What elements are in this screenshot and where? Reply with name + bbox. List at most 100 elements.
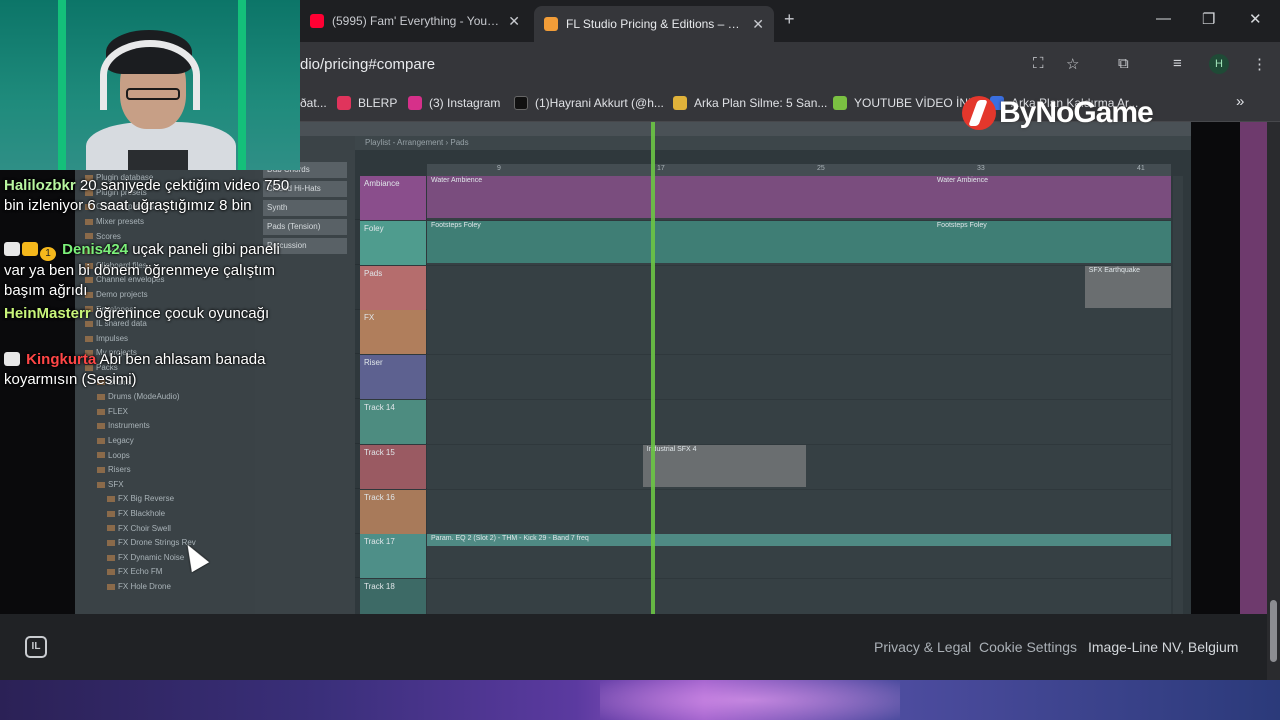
browser-item-label: SFX — [108, 479, 124, 489]
browser-item-label: FX Big Reverse — [118, 494, 175, 504]
page-scrollbar[interactable] — [1267, 122, 1280, 680]
track-header[interactable]: Foley — [360, 220, 426, 265]
browser-item[interactable]: Impulses — [75, 334, 255, 348]
browser-item[interactable]: FX Dynamic Noise — [75, 553, 255, 567]
track-header[interactable]: Track 15 — [360, 444, 426, 489]
tab-fl-studio-pricing[interactable]: FL Studio Pricing & Editions – Fron ✕ — [534, 6, 774, 42]
address-bar[interactable]: dio/pricing#compare — [300, 50, 1100, 80]
track-lane[interactable]: Industrial SFX 4 — [427, 444, 1171, 489]
menu-icon[interactable]: ⋮ — [1252, 55, 1267, 73]
image-line-logo-icon[interactable]: IL — [25, 636, 47, 658]
folder-icon — [97, 467, 105, 474]
browser-item[interactable]: FX Drone Strings Rev — [75, 538, 255, 552]
page-accent — [1240, 122, 1267, 614]
track-lane[interactable] — [427, 355, 1171, 400]
bookmark-item[interactable]: ðat... — [300, 96, 327, 110]
browser-item[interactable]: Risers — [75, 465, 255, 479]
fl-studio-favicon-icon — [544, 17, 558, 31]
folder-icon — [97, 408, 105, 415]
channel-button[interactable]: Pads (Tension) — [263, 219, 347, 235]
minimize-icon[interactable]: — — [1156, 10, 1171, 27]
playlist-scrollbar[interactable] — [1173, 176, 1183, 614]
download-icon — [833, 96, 847, 110]
track-lane[interactable] — [427, 400, 1171, 444]
audio-clip[interactable]: Footsteps Foley — [427, 220, 933, 263]
broadcaster-badge-icon — [4, 242, 20, 256]
track-lane[interactable] — [427, 489, 1171, 534]
site-footer: IL Privacy & Legal Cookie Settings Image… — [0, 614, 1267, 680]
browser-item[interactable]: Instruments — [75, 421, 255, 435]
bookmark-item[interactable]: (1)Hayrani Akkurt (@h... — [514, 96, 664, 110]
bookmark-item[interactable]: (3) Instagram — [408, 96, 500, 110]
instagram-icon — [408, 96, 422, 110]
browser-item[interactable]: Loops — [75, 451, 255, 465]
new-tab-icon[interactable]: + — [784, 9, 795, 30]
privacy-legal-link[interactable]: Privacy & Legal — [874, 639, 971, 655]
company-name: Image-Line NV, Belgium — [1088, 639, 1239, 655]
track-header[interactable]: Track 14 — [360, 400, 426, 444]
chat-message: 1 Denis424 uçak paneli gibi paneli var y… — [4, 240, 304, 300]
extensions-icon[interactable]: ⧉ — [1118, 55, 1129, 72]
bookmark-item[interactable]: Arka Plan Silme: 5 San... — [673, 96, 827, 110]
track-header[interactable]: Pads — [360, 265, 426, 310]
browser-item[interactable]: FX Choir Swell — [75, 524, 255, 538]
browser-item[interactable]: FX Hole Drone — [75, 582, 255, 596]
track-lane[interactable] — [427, 310, 1171, 355]
ruler-tick-label: 41 — [1137, 165, 1145, 172]
track-header[interactable]: Track 18 — [360, 579, 426, 614]
browser-item-label: Loops — [108, 450, 130, 460]
browser-item[interactable]: FX Big Reverse — [75, 494, 255, 508]
playlist-track: Track 16 — [355, 489, 1171, 534]
track-header[interactable]: Track 16 — [360, 489, 426, 534]
playlist-track: Track 17 Param. EQ 2 (Slot 2) - THM - Kic… — [355, 534, 1171, 579]
track-lane[interactable]: SFX Earthquake — [427, 265, 1171, 310]
browser-item[interactable]: Drums (ModeAudio) — [75, 392, 255, 406]
scrollbar-thumb[interactable] — [1270, 600, 1277, 662]
blerp-icon — [337, 96, 351, 110]
media-control-icon[interactable]: ≡ — [1173, 55, 1182, 72]
track-header[interactable]: Track 17 — [360, 534, 426, 579]
browser-item[interactable]: Mixer presets — [75, 217, 255, 231]
audio-clip[interactable]: Industrial SFX 4 — [642, 444, 807, 487]
tab-close-icon[interactable]: ✕ — [752, 16, 764, 33]
bynogame-watermark: ByNoGame — [962, 96, 1154, 130]
audio-clip[interactable]: Param. EQ 2 (Slot 2) - THM - Kick 29 - B… — [427, 534, 1171, 547]
tab-youtube[interactable]: (5995) Fam' Everything - YouTube ✕ — [300, 6, 530, 36]
bookmark-star-icon[interactable]: ☆ — [1066, 55, 1079, 73]
browser-item[interactable]: SFX — [75, 480, 255, 494]
browser-item[interactable]: FX Echo FM — [75, 567, 255, 581]
ruler-tick-label: 33 — [977, 165, 985, 172]
tab-close-icon[interactable]: ✕ — [508, 13, 520, 30]
audio-clip[interactable]: Water Ambience — [427, 176, 933, 218]
track-header[interactable]: Riser — [360, 355, 426, 400]
track-lane[interactable] — [427, 579, 1171, 614]
bookmarks-overflow-icon[interactable]: » — [1236, 93, 1244, 110]
bookmark-item[interactable]: BLERP — [337, 96, 397, 110]
track-lane[interactable]: Water Ambience Water Ambience — [427, 176, 1171, 220]
track-lane[interactable]: Footsteps Foley Footsteps Foley — [427, 220, 1171, 265]
playlist-track: Pads SFX Earthquake — [355, 265, 1171, 310]
audio-clip[interactable]: SFX Earthquake — [1084, 265, 1171, 308]
close-window-icon[interactable]: ✕ — [1249, 10, 1262, 28]
cookie-settings-link[interactable]: Cookie Settings — [979, 639, 1077, 655]
browser-item[interactable]: FLEX — [75, 407, 255, 421]
audio-clip[interactable]: Footsteps Foley — [932, 220, 1171, 263]
tiktok-icon — [514, 96, 528, 110]
bynogame-logo-icon — [962, 96, 996, 130]
browser-item[interactable]: FX Blackhole — [75, 509, 255, 523]
folder-icon — [97, 452, 105, 459]
folder-icon — [97, 437, 105, 444]
translate-icon[interactable]: ⛶ — [1033, 55, 1044, 72]
bookmark-label: Arka Plan Silme: 5 San... — [694, 96, 828, 110]
profile-avatar[interactable]: H — [1209, 54, 1229, 74]
track-lane[interactable]: Param. EQ 2 (Slot 2) - THM - Kick 29 - B… — [427, 534, 1171, 579]
track-header[interactable]: FX — [360, 310, 426, 355]
ruler-tick-label: 25 — [817, 165, 825, 172]
audio-clip[interactable]: Water Ambience — [932, 176, 1171, 218]
folder-icon — [85, 233, 93, 240]
browser-item[interactable]: Legacy — [75, 436, 255, 450]
track-header[interactable]: Ambiance — [360, 176, 426, 220]
restore-icon[interactable]: ❐ — [1202, 10, 1215, 28]
chair — [128, 150, 188, 170]
folder-icon — [107, 583, 115, 590]
